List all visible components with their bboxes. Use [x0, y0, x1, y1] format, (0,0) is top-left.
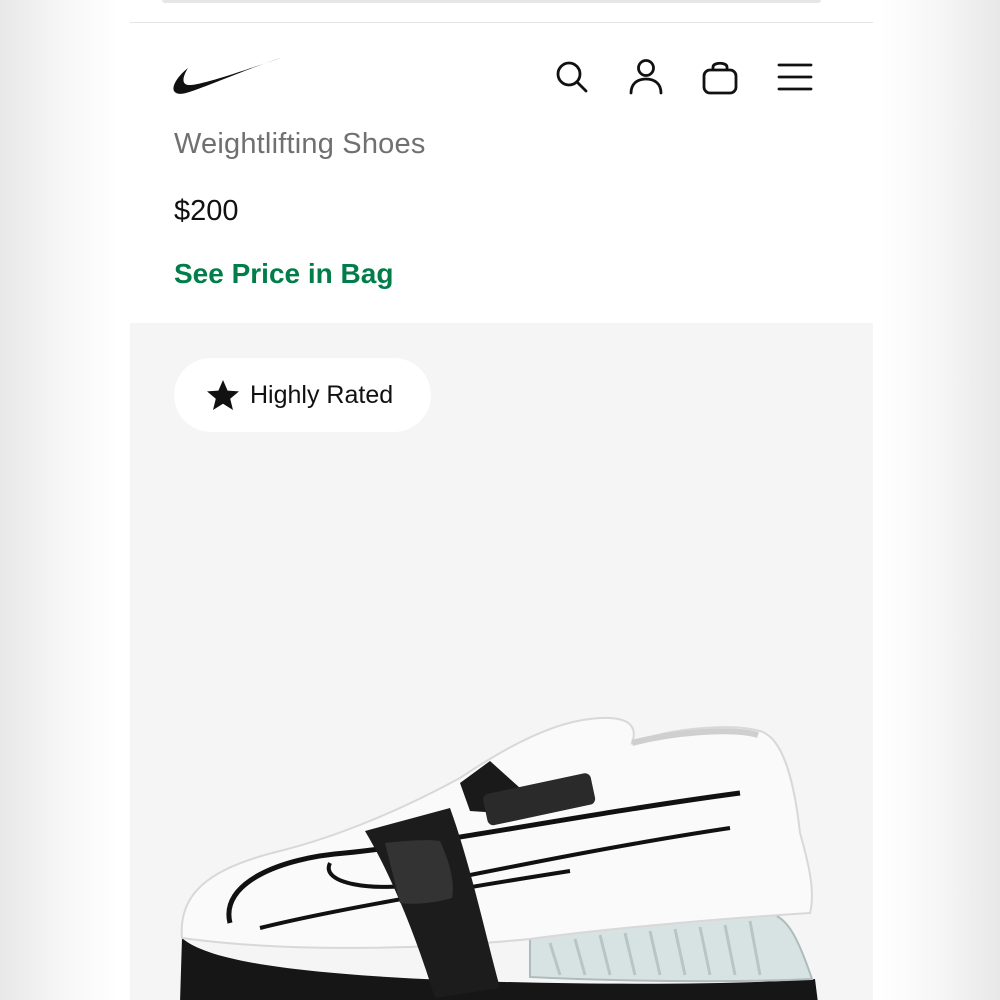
star-icon [207, 380, 239, 410]
user-icon[interactable] [627, 58, 665, 96]
highly-rated-badge: Highly Rated [174, 358, 432, 432]
product-price: $200 [174, 195, 239, 227]
search-icon[interactable] [553, 58, 591, 96]
menu-icon[interactable] [776, 58, 814, 96]
see-price-in-bag-link[interactable]: See Price in Bag [174, 258, 393, 290]
bag-icon[interactable] [701, 58, 739, 96]
product-image-gallery[interactable]: Highly Rated [130, 323, 873, 1000]
badge-label: Highly Rated [250, 380, 394, 409]
top-divider [162, 0, 821, 3]
brand-logo[interactable] [172, 55, 282, 99]
product-subtitle: Weightlifting Shoes [174, 128, 426, 160]
site-header [130, 23, 873, 133]
product-shoe-image [180, 716, 818, 1000]
previous-section-edge [130, 0, 873, 23]
product-page: Weightlifting Shoes $200 See Price in Ba… [130, 23, 873, 1000]
